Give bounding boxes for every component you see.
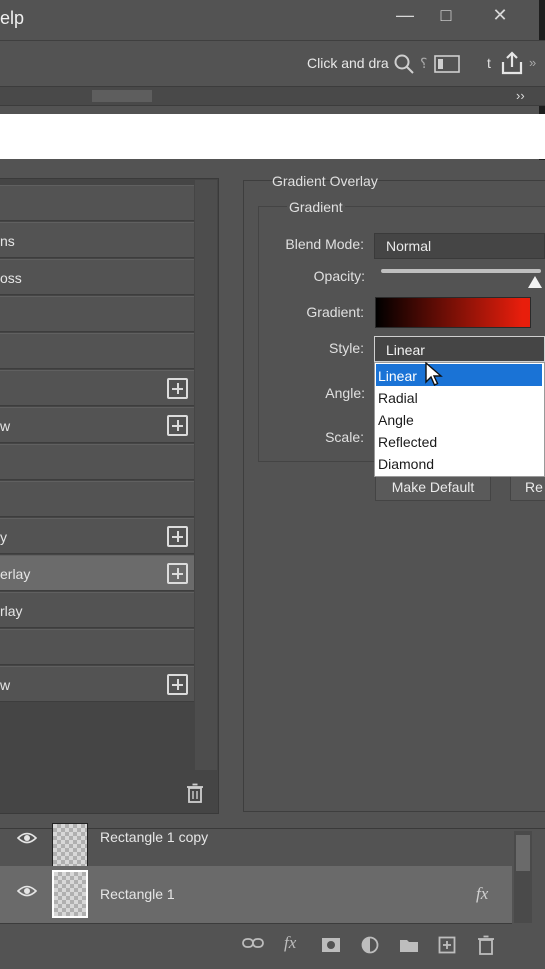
- group-title: Gradient: [287, 199, 345, 215]
- opacity-slider-thumb[interactable]: [528, 276, 542, 288]
- style-option-angle[interactable]: Angle: [376, 408, 542, 430]
- style-item-color-overlay[interactable]: y: [0, 518, 194, 554]
- style-item-gradient-overlay[interactable]: erlay: [0, 555, 194, 591]
- collapse-panels-icon[interactable]: ››: [516, 88, 525, 103]
- delete-layer-icon[interactable]: [477, 935, 495, 960]
- layer-name[interactable]: Rectangle 1 copy: [100, 829, 208, 845]
- visibility-eye-icon[interactable]: [16, 829, 38, 850]
- style-option-radial[interactable]: Radial: [376, 386, 542, 408]
- layer-row-rectangle-1[interactable]: Rectangle 1 fx: [0, 866, 512, 924]
- style-item-label: ns: [0, 233, 15, 249]
- add-style-icon[interactable]: [167, 526, 188, 547]
- blend-mode-value: Normal: [386, 238, 432, 254]
- options-bar: Click and dra ⸮ t »: [0, 40, 545, 86]
- add-style-icon[interactable]: [167, 674, 188, 695]
- style-item-drop-shadow[interactable]: w: [0, 666, 194, 702]
- make-default-button[interactable]: Make Default: [375, 473, 491, 501]
- style-dropdown-list: Linear Radial Angle Reflected Diamond: [374, 362, 545, 477]
- style-item-contours[interactable]: ns: [0, 222, 194, 258]
- style-option-diamond[interactable]: Diamond: [376, 452, 542, 474]
- menu-help[interactable]: elp: [0, 8, 24, 29]
- minimize-icon: ―: [396, 4, 414, 25]
- gradient-swatch[interactable]: [375, 297, 531, 328]
- visibility-eye-icon[interactable]: [16, 884, 38, 903]
- style-select[interactable]: Linear: [374, 336, 545, 362]
- scale-label: Scale:: [325, 429, 364, 445]
- gradient-label: Gradient:: [306, 304, 364, 320]
- layers-panel: Rectangle 1 copy Rectangle 1 fx fx: [0, 823, 545, 969]
- style-option-reflected[interactable]: Reflected: [376, 430, 542, 452]
- document-tab-strip: ››: [0, 86, 545, 106]
- style-select-value: Linear: [386, 342, 425, 358]
- close-icon: ✕: [492, 4, 508, 25]
- canvas-area[interactable]: [0, 114, 545, 159]
- style-item-label: y: [0, 529, 7, 545]
- layer-effects-fx-icon[interactable]: fx: [476, 884, 488, 904]
- trash-icon[interactable]: [186, 783, 204, 808]
- opacity-slider[interactable]: [381, 269, 541, 273]
- options-fragment-3: »: [529, 55, 537, 70]
- style-item-label: erlay: [0, 566, 31, 582]
- style-item-emboss[interactable]: oss: [0, 259, 194, 295]
- layers-scroll-thumb[interactable]: [516, 835, 530, 871]
- panel-icon[interactable]: [434, 54, 460, 79]
- style-item-label: oss: [0, 270, 22, 286]
- options-fragment-1: ⸮: [420, 55, 428, 71]
- style-item-stroke[interactable]: [0, 370, 194, 406]
- folder-icon[interactable]: [399, 937, 419, 958]
- style-item[interactable]: [0, 333, 194, 369]
- search-icon[interactable]: [393, 53, 415, 80]
- blend-mode-select[interactable]: Normal: [374, 233, 545, 259]
- title-bar: elp ― □ ✕: [0, 0, 545, 969]
- style-item[interactable]: [0, 481, 194, 517]
- adjustment-icon[interactable]: [361, 936, 379, 959]
- fx-icon[interactable]: fx: [284, 933, 296, 953]
- mask-icon[interactable]: [321, 937, 341, 958]
- layer-thumbnail: [52, 823, 88, 871]
- style-item-label: w: [0, 677, 11, 693]
- add-style-icon[interactable]: [167, 415, 188, 436]
- add-style-icon[interactable]: [167, 378, 188, 399]
- section-title: Gradient Overlay: [272, 173, 378, 189]
- style-item[interactable]: [0, 629, 194, 665]
- maximize-icon: □: [440, 4, 452, 25]
- angle-label: Angle:: [325, 385, 365, 401]
- style-item[interactable]: [0, 296, 194, 332]
- style-item-label: w: [0, 418, 11, 434]
- style-item-label: rlay: [0, 603, 23, 619]
- options-hint: Click and dra: [307, 55, 389, 71]
- add-style-icon[interactable]: [167, 563, 188, 584]
- styles-list: ns oss w y erlay rlay w: [0, 178, 219, 814]
- style-item-inner-shadow[interactable]: w: [0, 407, 194, 443]
- opacity-label: Opacity:: [313, 268, 365, 284]
- styles-list-scrollbar[interactable]: [195, 180, 217, 770]
- minimize-button[interactable]: ―: [386, 0, 424, 30]
- reset-to-default-button[interactable]: Re: [510, 473, 545, 501]
- layer-thumbnail: [52, 870, 88, 918]
- maximize-button[interactable]: □: [426, 0, 466, 30]
- mouse-cursor-icon: [425, 361, 443, 393]
- share-icon[interactable]: [499, 50, 525, 81]
- layer-name[interactable]: Rectangle 1: [100, 886, 175, 902]
- link-icon[interactable]: [242, 935, 264, 955]
- options-fragment-2: t: [487, 55, 491, 71]
- style-item-pattern-overlay[interactable]: rlay: [0, 592, 194, 628]
- close-button[interactable]: ✕: [478, 0, 522, 30]
- style-item[interactable]: [0, 185, 194, 221]
- style-item[interactable]: [0, 444, 194, 480]
- style-option-linear[interactable]: Linear: [376, 364, 542, 386]
- tab-scroll-thumb[interactable]: [92, 90, 152, 102]
- new-layer-icon[interactable]: [438, 936, 456, 959]
- layers-scrollbar[interactable]: [514, 831, 532, 923]
- style-label: Style:: [328, 340, 364, 356]
- blend-mode-label: Blend Mode:: [285, 236, 364, 252]
